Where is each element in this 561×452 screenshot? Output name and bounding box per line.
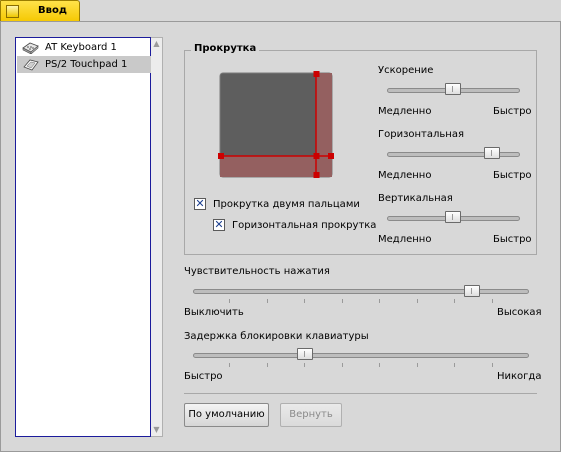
device-label: PS/2 Touchpad 1 — [45, 59, 128, 70]
two-finger-scroll-checkbox[interactable]: ✕ — [194, 198, 206, 210]
horizontal-speed-slider-track[interactable] — [387, 152, 520, 157]
delay-tick — [492, 363, 493, 367]
scroll-section-legend: Прокрутка — [191, 43, 260, 54]
delay-tick — [417, 363, 418, 367]
horizontal-speed-max-label: Быстро — [493, 170, 532, 181]
scroll-handle-bottom[interactable] — [313, 172, 320, 178]
sensitivity-tick — [379, 299, 380, 303]
bottom-divider — [184, 393, 537, 394]
device-list-scrollbar[interactable]: ▲ ▼ — [151, 37, 163, 437]
keyboard-lock-delay-label: Задержка блокировки клавиатуры — [184, 331, 369, 342]
scroll-area-preview[interactable] — [218, 70, 335, 180]
acceleration-min-label: Медленно — [378, 106, 432, 117]
revert-button[interactable]: Вернуть — [280, 403, 342, 427]
sensitivity-tick — [342, 299, 343, 303]
scroll-down-arrow-icon[interactable]: ▼ — [151, 424, 162, 436]
delay-tick — [454, 363, 455, 367]
horizontal-scroll-label: Горизонтальная прокрутка — [232, 220, 377, 231]
vertical-speed-max-label: Быстро — [493, 234, 532, 245]
window-title: Ввод — [38, 5, 67, 16]
touchpad-icon — [23, 59, 39, 71]
keyboard-lock-delay-min-label: Быстро — [184, 371, 223, 382]
sensitivity-tick — [454, 299, 455, 303]
window-tab[interactable]: Ввод — [0, 0, 80, 22]
horizontal-speed-min-label: Медленно — [378, 170, 432, 181]
sensitivity-min-label: Выключить — [184, 307, 244, 318]
device-label: AT Keyboard 1 — [45, 42, 117, 53]
device-item-keyboard[interactable]: AT Keyboard 1 — [17, 39, 151, 56]
scroll-handle-left[interactable] — [218, 153, 224, 159]
horizontal-scroll-checkbox[interactable]: ✕ — [213, 219, 225, 231]
horizontal-speed-slider-thumb[interactable] — [484, 147, 500, 159]
scroll-handle-corner[interactable] — [313, 153, 320, 159]
acceleration-slider-thumb[interactable] — [445, 83, 461, 95]
scroll-handle-top[interactable] — [313, 71, 320, 77]
keyboard-lock-delay-slider-thumb[interactable] — [297, 348, 313, 360]
delay-tick — [379, 363, 380, 367]
sensitivity-slider-thumb[interactable] — [464, 285, 480, 297]
vertical-speed-label: Вертикальная — [378, 193, 453, 204]
delay-tick — [229, 363, 230, 367]
title-bar[interactable]: Ввод — [0, 0, 561, 22]
keyboard-icon — [22, 42, 39, 54]
vertical-speed-slider-thumb[interactable] — [445, 211, 461, 223]
horizontal-speed-label: Горизонтальная — [378, 129, 464, 140]
acceleration-label: Ускорение — [378, 65, 434, 76]
scroll-up-arrow-icon[interactable]: ▲ — [151, 38, 162, 50]
delay-tick — [267, 363, 268, 367]
sensitivity-tick — [492, 299, 493, 303]
sensitivity-tick — [417, 299, 418, 303]
delay-tick — [304, 363, 305, 367]
device-list[interactable]: AT Keyboard 1 PS/2 Touchpad 1 — [15, 37, 151, 437]
sensitivity-label: Чувствительность нажатия — [184, 266, 330, 277]
sensitivity-tick — [229, 299, 230, 303]
zoom-button[interactable] — [6, 5, 19, 18]
scroll-handle-right[interactable] — [328, 153, 334, 159]
defaults-button[interactable]: По умолчанию — [184, 403, 269, 427]
keyboard-lock-delay-max-label: Никогда — [497, 371, 542, 382]
sensitivity-tick — [304, 299, 305, 303]
vertical-speed-min-label: Медленно — [378, 234, 432, 245]
acceleration-max-label: Быстро — [493, 106, 532, 117]
sensitivity-max-label: Высокая — [497, 307, 542, 318]
two-finger-scroll-label: Прокрутка двумя пальцами — [213, 199, 360, 210]
sensitivity-tick — [267, 299, 268, 303]
keyboard-lock-delay-slider-track[interactable] — [193, 353, 529, 358]
device-item-touchpad[interactable]: PS/2 Touchpad 1 — [17, 56, 151, 73]
delay-tick — [342, 363, 343, 367]
